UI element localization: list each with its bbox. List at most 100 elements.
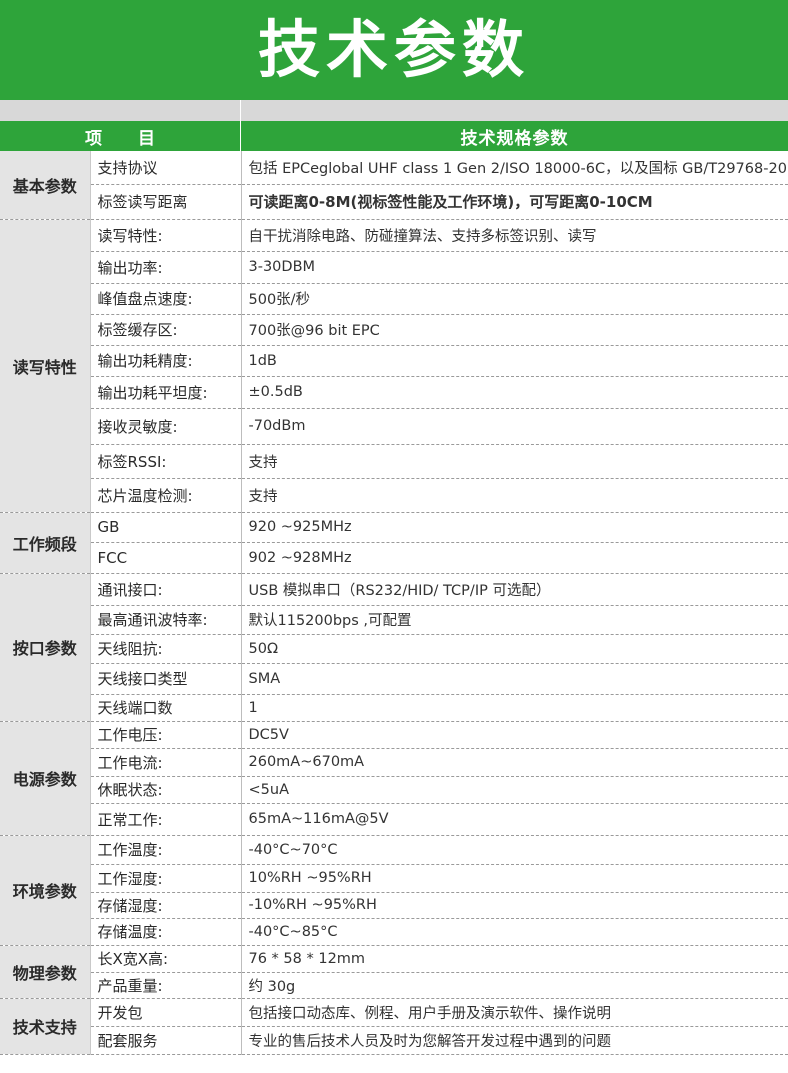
item-value: 可读距离0-8M(视标签性能及工作环境)，可写距离0-10CM (241, 184, 788, 220)
item-label: 天线阻抗: (90, 634, 242, 664)
table-row: 标签读写距离 可读距离0-8M(视标签性能及工作环境)，可写距离0-10CM (0, 184, 788, 220)
item-label: 峰值盘点速度: (90, 283, 242, 315)
category-physical: 物理参数 (0, 945, 91, 999)
category-rw: 读写特性 (0, 219, 91, 513)
table-row: 读写特性 读写特性: 自干扰消除电路、防碰撞算法、支持多标签识别、读写 (0, 219, 788, 513)
item-value: 包括 EPCeglobal UHF class 1 Gen 2/ISO 1800… (241, 151, 788, 185)
category-power: 电源参数 (0, 721, 91, 836)
spacer-strip (0, 100, 788, 121)
item-label: 开发包 (90, 998, 242, 1027)
item-label: 输出功耗精度: (90, 345, 242, 377)
table-row: 接收灵敏度: -70dBm (0, 408, 788, 445)
item-label: 标签缓存区: (90, 314, 242, 346)
item-value: 专业的售后技术人员及时为您解答开发过程中遇到的问题 (241, 1026, 788, 1055)
item-value: USB 模拟串口（RS232/HID/ TCP/IP 可选配） (241, 573, 788, 606)
item-value: 920 ~925MHz (241, 512, 788, 543)
table-header: 项目 技术规格参数 (0, 121, 788, 151)
item-value: 10%RH ~95%RH (241, 864, 788, 893)
table-row: 按口参数 通讯接口: USB 模拟串口（RS232/HID/ TCP/IP 可选… (0, 573, 788, 722)
item-value: ±0.5dB (241, 376, 788, 409)
table-row: FCC 902 ~928MHz (0, 542, 788, 574)
item-label: 输出功耗平坦度: (90, 376, 242, 409)
category-support: 技术支持 (0, 998, 91, 1055)
item-value: 支持 (241, 478, 788, 513)
item-label: 最高通讯波特率: (90, 605, 242, 635)
item-label: 工作湿度: (90, 864, 242, 893)
item-label: 长X宽X高: (90, 945, 242, 973)
table-row: 最高通讯波特率: 默认115200bps ,可配置 (0, 605, 788, 635)
category-frequency: 工作频段 (0, 512, 91, 574)
item-label: 天线端口数 (90, 694, 242, 722)
table-row: 存储湿度: -10%RH ~95%RH (0, 892, 788, 919)
item-label: 天线接口类型 (90, 663, 242, 695)
table-row: 基本参数 支持协议 包括 EPCeglobal UHF class 1 Gen … (0, 151, 788, 220)
item-value: 支持 (241, 444, 788, 479)
item-label: 接收灵敏度: (90, 408, 242, 445)
item-label: 正常工作: (90, 803, 242, 836)
item-label: 工作电压: (90, 721, 242, 749)
table-row: 天线阻抗: 50Ω (0, 634, 788, 664)
table-row: 物理参数 长X宽X高: 76 * 58 * 12mm (0, 945, 788, 999)
item-label: 读写特性: (90, 219, 242, 252)
item-label: 产品重量: (90, 972, 242, 999)
table-row: 输出功率: 3-30DBM (0, 251, 788, 284)
item-value: 700张@96 bit EPC (241, 314, 788, 346)
item-label: FCC (90, 542, 242, 574)
item-label: 工作温度: (90, 835, 242, 865)
table-row: 产品重量: 约 30g (0, 972, 788, 999)
item-value: 默认115200bps ,可配置 (241, 605, 788, 635)
item-value: SMA (241, 663, 788, 695)
item-value: 自干扰消除电路、防碰撞算法、支持多标签识别、读写 (241, 219, 788, 252)
table-row: 电源参数 工作电压: DC5V (0, 721, 788, 836)
category-basic: 基本参数 (0, 151, 91, 220)
item-value: 50Ω (241, 634, 788, 664)
item-label: 通讯接口: (90, 573, 242, 606)
item-value: -40°C~85°C (241, 918, 788, 946)
table-row: 芯片温度检测: 支持 (0, 478, 788, 513)
item-value: 1 (241, 694, 788, 722)
item-value: 902 ~928MHz (241, 542, 788, 574)
header-spec: 技术规格参数 (460, 128, 569, 149)
item-label: GB (90, 512, 242, 543)
table-row: 技术支持 开发包 包括接口动态库、例程、用户手册及演示软件、操作说明 (0, 998, 788, 1055)
item-label: 标签读写距离 (90, 184, 242, 220)
spec-table: 基本参数 支持协议 包括 EPCeglobal UHF class 1 Gen … (0, 151, 788, 1055)
table-row: 输出功耗精度: 1dB (0, 345, 788, 377)
item-value: 约 30g (241, 972, 788, 999)
item-label: 芯片温度检测: (90, 478, 242, 513)
item-value: 65mA~116mA@5V (241, 803, 788, 836)
item-label: 存储温度: (90, 918, 242, 946)
item-value: DC5V (241, 721, 788, 749)
item-value: 260mA~670mA (241, 748, 788, 777)
table-row: 配套服务 专业的售后技术人员及时为您解答开发过程中遇到的问题 (0, 1026, 788, 1055)
item-value: -10%RH ~95%RH (241, 892, 788, 919)
item-value: 76 * 58 * 12mm (241, 945, 788, 973)
item-label: 配套服务 (90, 1026, 242, 1055)
table-row: 工作电流: 260mA~670mA (0, 748, 788, 777)
item-label: 存储湿度: (90, 892, 242, 919)
item-value: 包括接口动态库、例程、用户手册及演示软件、操作说明 (241, 998, 788, 1027)
item-label: 工作电流: (90, 748, 242, 777)
table-row: 工作湿度: 10%RH ~95%RH (0, 864, 788, 893)
category-interface: 按口参数 (0, 573, 91, 722)
table-row: 峰值盘点速度: 500张/秒 (0, 283, 788, 315)
table-row: 输出功耗平坦度: ±0.5dB (0, 376, 788, 409)
table-row: 存储温度: -40°C~85°C (0, 918, 788, 946)
item-value: 1dB (241, 345, 788, 377)
item-value: 3-30DBM (241, 251, 788, 284)
item-value: <5uA (241, 776, 788, 804)
table-row: 工作频段 GB 920 ~925MHz (0, 512, 788, 574)
table-row: 标签RSSI: 支持 (0, 444, 788, 479)
table-row: 标签缓存区: 700张@96 bit EPC (0, 314, 788, 346)
table-row: 天线接口类型 SMA (0, 663, 788, 695)
page-title: 技术参数 (257, 13, 530, 86)
title-banner: 技术参数 (0, 0, 788, 100)
item-value: -40°C~70°C (241, 835, 788, 865)
table-row: 天线端口数 1 (0, 694, 788, 722)
table-row: 环境参数 工作温度: -40°C~70°C (0, 835, 788, 946)
header-item: 项目 (85, 128, 191, 149)
item-label: 标签RSSI: (90, 444, 242, 479)
category-environment: 环境参数 (0, 835, 91, 946)
table-row: 正常工作: 65mA~116mA@5V (0, 803, 788, 836)
table-row: 休眠状态: <5uA (0, 776, 788, 804)
